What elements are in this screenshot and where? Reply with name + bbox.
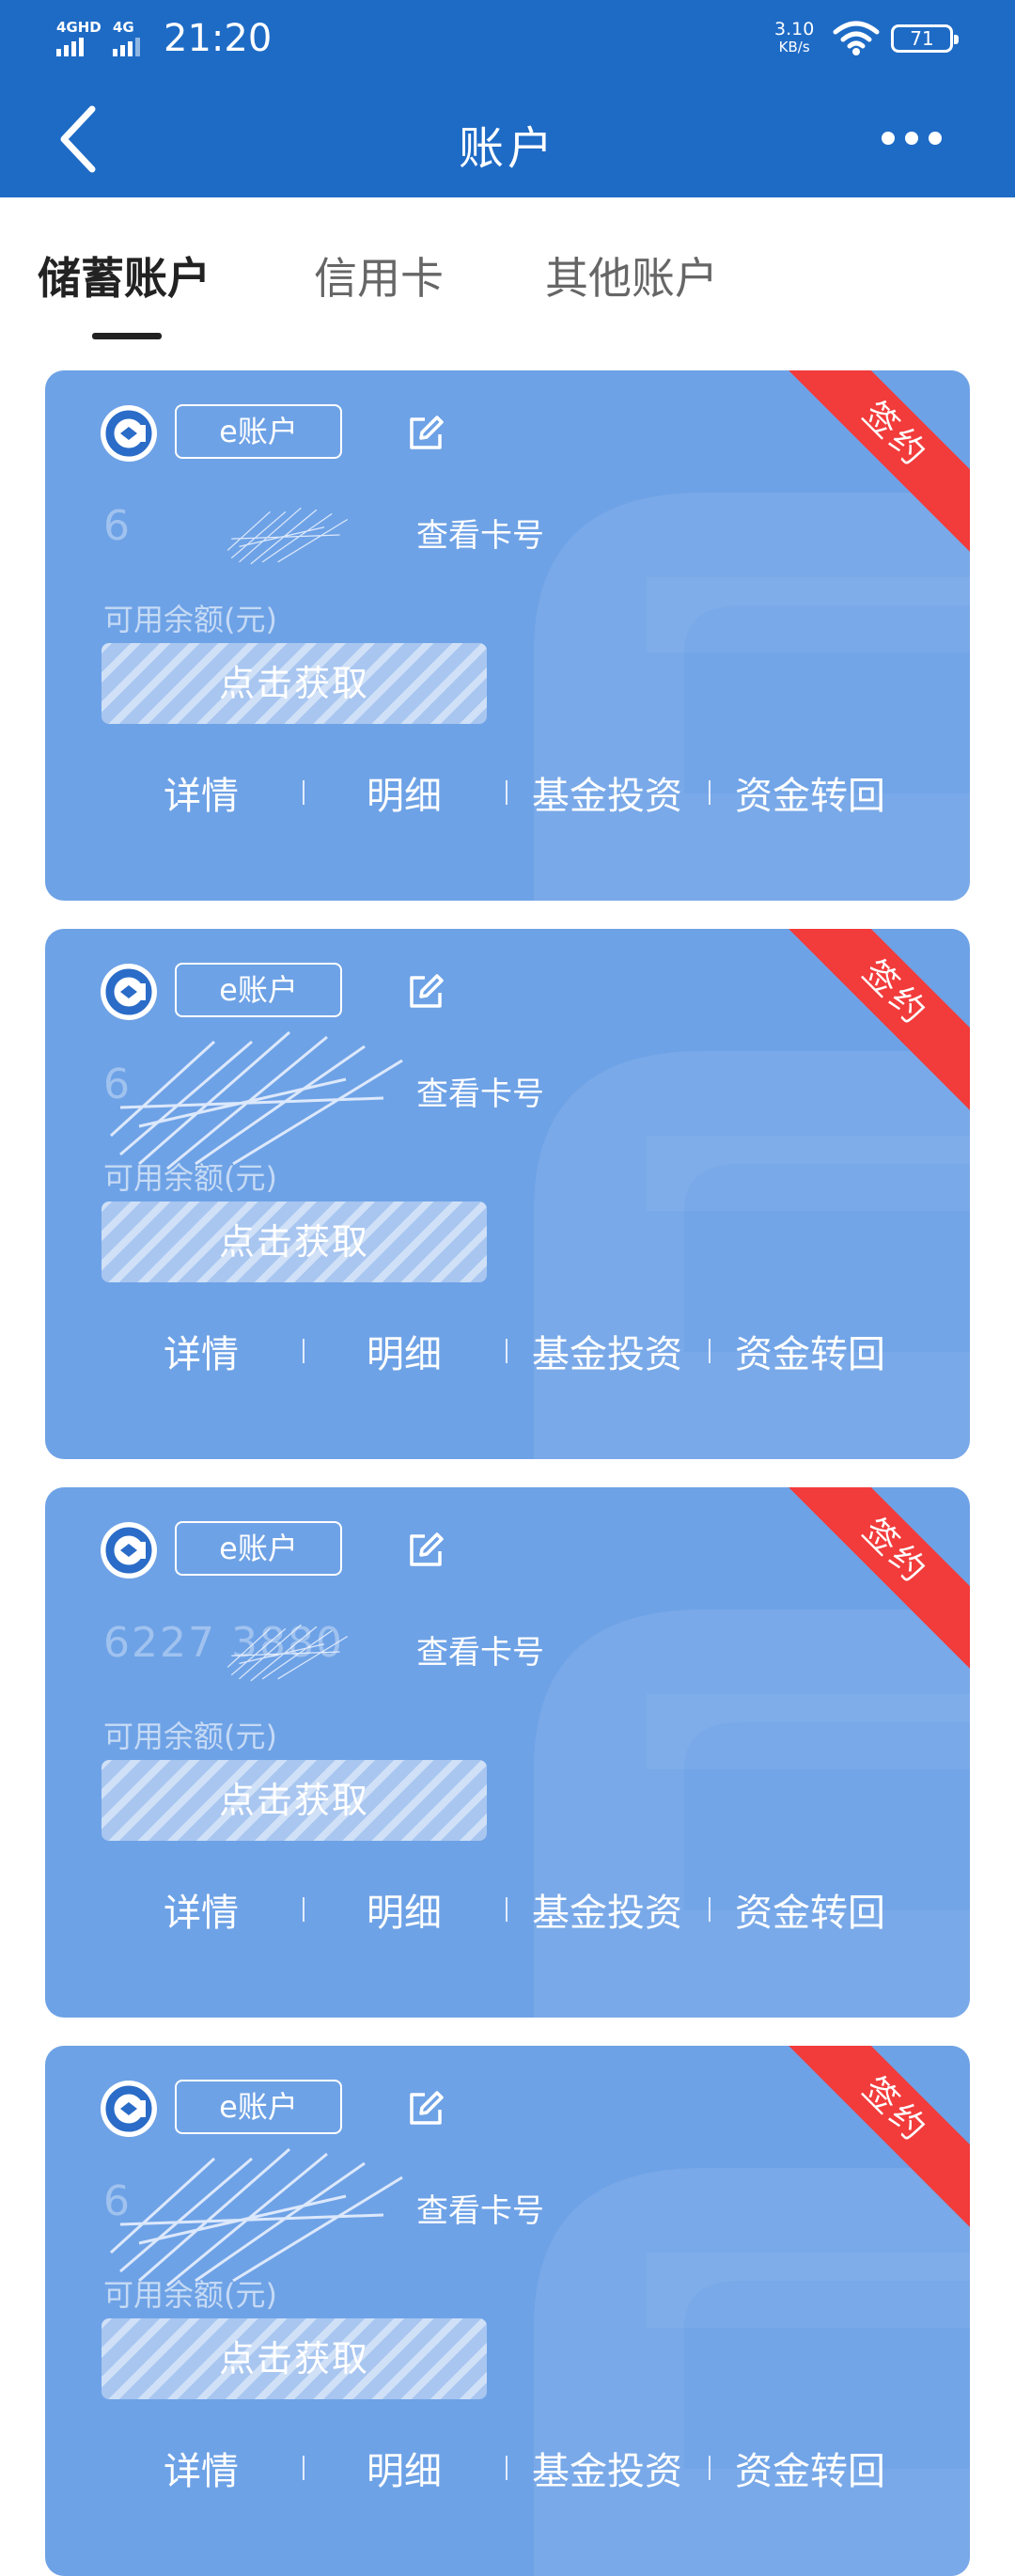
fund-invest-button[interactable]: 基金投资 [506, 765, 709, 820]
edit-icon[interactable] [406, 1531, 445, 1570]
card-actions: 详情 明细 基金投资 资金转回 [45, 1324, 970, 1380]
details-button[interactable]: 详情 [100, 2441, 303, 2495]
transactions-button[interactable]: 明细 [303, 2441, 506, 2495]
account-card[interactable]: 签约 e账户 6227 3880 查看卡号 可用余额(元) 点击获取 详情 明细… [45, 1487, 970, 2018]
redaction-scribble [226, 1624, 349, 1682]
account-type-badge: e账户 [175, 404, 342, 459]
fund-return-button[interactable]: 资金转回 [709, 765, 912, 820]
account-type-badge: e账户 [175, 1521, 342, 1576]
fund-invest-button[interactable]: 基金投资 [506, 2441, 709, 2495]
more-dots-icon[interactable] [882, 122, 942, 154]
edit-icon[interactable] [406, 2089, 445, 2128]
bank-logo-icon [101, 405, 157, 462]
fund-return-button[interactable]: 资金转回 [709, 2441, 912, 2495]
bank-logo-icon [101, 1522, 157, 1579]
network-speed-value: 3.10 [774, 19, 815, 39]
account-card[interactable]: 签约 e账户 6 查看卡号 可用余额(元) 点击获取 详情 明细 基金投资 资金… [45, 2046, 970, 2576]
fetch-balance-button[interactable]: 点击获取 [102, 1202, 487, 1282]
account-tabs: 储蓄账户 信用卡 其他账户 [0, 197, 1015, 338]
account-card[interactable]: 签约 e账户 6 查看卡号 可用余额(元) 点击获取 详情 明细 基金投资 资金… [45, 929, 970, 1459]
redaction-scribble [226, 507, 349, 565]
view-card-number-link[interactable]: 查看卡号 [416, 1068, 544, 1114]
transactions-button[interactable]: 明细 [303, 1882, 506, 1937]
tab-credit-card[interactable]: 信用卡 [314, 244, 444, 306]
transactions-button[interactable]: 明细 [303, 1324, 506, 1378]
edit-icon[interactable] [406, 414, 445, 453]
signal-label-2: 4G [113, 19, 134, 36]
edit-icon[interactable] [406, 972, 445, 1012]
bank-logo-icon [101, 964, 157, 1020]
fund-invest-button[interactable]: 基金投资 [506, 1882, 709, 1937]
page-title: 账户 [458, 122, 556, 175]
status-bar: 4GHD 4G 21:20 3.10 KB/s 71 [0, 0, 1015, 75]
details-button[interactable]: 详情 [100, 1882, 303, 1937]
signal-4g-icon: 4G [113, 21, 140, 56]
status-time: 21:20 [164, 17, 273, 60]
account-card[interactable]: 签约 e账户 6 查看卡号 可用余额(元) 点击获取 详情 明细 基金投资 资金… [45, 370, 970, 901]
account-type-badge: e账户 [175, 2080, 342, 2134]
signal-label-1: 4GHD [56, 19, 102, 36]
battery-indicator: 71 [891, 24, 959, 53]
details-button[interactable]: 详情 [100, 1324, 303, 1378]
app-header: 4GHD 4G 21:20 3.10 KB/s 71 账户 [0, 0, 1015, 197]
card-number: 6 [103, 502, 132, 550]
network-speed: 3.10 KB/s [774, 21, 814, 56]
fund-invest-button[interactable]: 基金投资 [506, 1324, 709, 1378]
card-actions: 详情 明细 基金投资 资金转回 [45, 2441, 970, 2497]
fund-return-button[interactable]: 资金转回 [709, 1324, 912, 1378]
view-card-number-link[interactable]: 查看卡号 [416, 510, 544, 556]
bank-logo-icon [101, 2081, 157, 2137]
view-card-number-link[interactable]: 查看卡号 [416, 2185, 544, 2231]
fetch-balance-button[interactable]: 点击获取 [102, 1760, 487, 1841]
active-tab-indicator [92, 333, 162, 339]
tab-savings[interactable]: 储蓄账户 [38, 244, 211, 306]
redaction-scribble [109, 2147, 403, 2287]
network-speed-unit: KB/s [778, 39, 810, 55]
available-balance-label: 可用余额(元) [103, 602, 277, 637]
view-card-number-link[interactable]: 查看卡号 [416, 1626, 544, 1673]
transactions-button[interactable]: 明细 [303, 765, 506, 820]
fetch-balance-button[interactable]: 点击获取 [102, 2318, 487, 2399]
card-actions: 详情 明细 基金投资 资金转回 [45, 765, 970, 822]
wifi-icon [833, 21, 880, 55]
card-actions: 详情 明细 基金投资 资金转回 [45, 1882, 970, 1939]
signal-4ghd-icon: 4GHD [56, 21, 102, 56]
fund-return-button[interactable]: 资金转回 [709, 1882, 912, 1937]
tab-other-accounts[interactable]: 其他账户 [545, 244, 718, 306]
details-button[interactable]: 详情 [100, 765, 303, 820]
available-balance-label: 可用余额(元) [103, 1719, 277, 1754]
fetch-balance-button[interactable]: 点击获取 [102, 643, 487, 724]
redaction-scribble [109, 1030, 403, 1170]
account-type-badge: e账户 [175, 963, 342, 1017]
